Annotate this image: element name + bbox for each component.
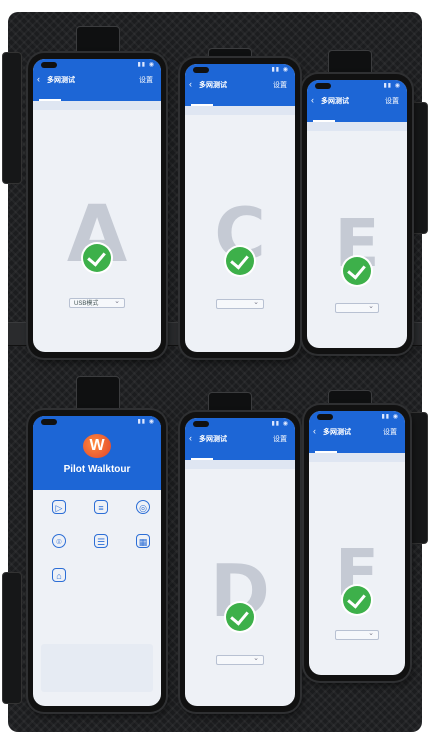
phone-walktour: ▮▮ ◉ W Pilot Walktour ▷ ≡ ◎ ⌾ ☰ ▦ ⌂ [28, 410, 166, 712]
camera-icon [41, 419, 57, 425]
phone-f-screen: ▮▮ ◉ ‹ 多网测试 设置 F [309, 411, 405, 675]
app-name: Pilot Walktour [63, 464, 131, 475]
phone-d: ▮▮ ◉ ‹ 多网测试 设置 D [180, 412, 300, 712]
app-bar: ‹ 多网测试 设置 [307, 92, 407, 110]
status-bar: ▮▮ ◉ [307, 80, 407, 92]
list-icon: ☰ [94, 534, 108, 548]
camera-icon [193, 67, 209, 73]
feature-item[interactable]: ▷ [39, 500, 79, 530]
chart-icon: ▦ [136, 534, 150, 548]
feature-item[interactable]: ⌾ [39, 534, 79, 564]
settings-button[interactable]: 设置 [139, 75, 153, 85]
column-header [185, 106, 295, 115]
phone-content: A USB模式 [33, 110, 161, 352]
status-bar: ▮▮ ◉ [185, 64, 295, 76]
phone-a-screen: ▮▮ ◉ ‹ 多网测试 设置 A USB模式 [33, 59, 161, 352]
status-icons: ▮▮ ◉ [381, 414, 399, 420]
phone-content: D [185, 469, 295, 706]
mode-select[interactable] [216, 298, 264, 309]
status-icons: ▮▮ ◉ [137, 419, 155, 425]
status-icons: ▮▮ ◉ [271, 67, 289, 73]
camera-icon [317, 414, 333, 420]
walktour-header: ▮▮ ◉ W Pilot Walktour [33, 416, 161, 490]
home-icon: ⌂ [52, 568, 66, 582]
status-bar: ▮▮ ◉ [309, 411, 405, 423]
status-bar: ▮▮ ◉ [185, 418, 295, 430]
back-arrow-icon[interactable]: ‹ [189, 433, 192, 443]
tab-bar [309, 441, 405, 453]
phone-walktour-screen: ▮▮ ◉ W Pilot Walktour ▷ ≡ ◎ ⌾ ☰ ▦ ⌂ [33, 416, 161, 706]
signal-icon: ⌾ [52, 534, 66, 548]
phone-c: ▮▮ ◉ ‹ 多网测试 设置 C [180, 58, 300, 358]
play-icon: ▷ [52, 500, 66, 514]
rack-side-rail-right-bottom [408, 412, 428, 544]
checkmark-icon [226, 603, 254, 631]
phone-a: ▮▮ ◉ ‹ 多网测试 设置 A USB模式 [28, 53, 166, 358]
mode-select[interactable]: USB模式 [69, 297, 125, 308]
checkmark-icon [83, 244, 111, 272]
column-header [307, 122, 407, 131]
camera-icon [41, 62, 57, 68]
phone-d-screen: ▮▮ ◉ ‹ 多网测试 设置 D [185, 418, 295, 706]
status-icons: ▮▮ ◉ [383, 83, 401, 89]
feature-item[interactable]: ▦ [123, 534, 161, 564]
feature-item[interactable]: ◎ [123, 500, 161, 530]
rack-side-rail-left-bottom [2, 572, 22, 704]
phone-e: ▮▮ ◉ ‹ 多网测试 设置 E [302, 74, 412, 354]
column-header [185, 460, 295, 469]
mode-select[interactable] [216, 654, 264, 665]
settings-button[interactable]: 设置 [383, 427, 397, 437]
tab-bar [307, 110, 407, 122]
document-icon: ≡ [94, 500, 108, 514]
column-header [309, 453, 405, 462]
tab-bar [185, 448, 295, 460]
app-title: 多网测试 [47, 77, 75, 84]
phone-c-screen: ▮▮ ◉ ‹ 多网测试 设置 C [185, 64, 295, 352]
settings-button[interactable]: 设置 [385, 96, 399, 106]
app-title: 多网测试 [321, 98, 349, 105]
feature-item[interactable]: ⌂ [39, 568, 79, 598]
status-icons: ▮▮ ◉ [137, 62, 155, 68]
status-bar: ▮▮ ◉ [33, 59, 161, 71]
phone-f: ▮▮ ◉ ‹ 多网测试 设置 F [304, 405, 410, 681]
device-info-panel [41, 644, 153, 692]
feature-item[interactable]: ≡ [81, 500, 121, 530]
globe-icon: ◎ [136, 500, 150, 514]
back-arrow-icon[interactable]: ‹ [189, 79, 192, 89]
settings-button[interactable]: 设置 [273, 80, 287, 90]
checkmark-icon [343, 257, 371, 285]
settings-button[interactable]: 设置 [273, 434, 287, 444]
camera-icon [315, 83, 331, 89]
back-arrow-icon[interactable]: ‹ [313, 426, 316, 436]
app-title: 多网测试 [323, 429, 351, 436]
feature-item[interactable]: ☰ [81, 534, 121, 564]
walktour-logo-icon: W [83, 434, 111, 458]
app-bar: ‹ 多网测试 设置 [33, 71, 161, 89]
phone-content: E [307, 131, 407, 348]
column-header [33, 101, 161, 110]
mode-select[interactable] [335, 629, 379, 640]
app-bar: ‹ 多网测试 设置 [185, 76, 295, 94]
tab-bar [185, 94, 295, 106]
app-title: 多网测试 [199, 82, 227, 89]
rack-side-rail-left-top [2, 52, 22, 184]
status-icons: ▮▮ ◉ [271, 421, 289, 427]
back-arrow-icon[interactable]: ‹ [37, 74, 40, 84]
app-bar: ‹ 多网测试 设置 [309, 423, 405, 441]
mode-select[interactable] [335, 302, 379, 313]
phone-content: C [185, 115, 295, 352]
tab-bar [33, 89, 161, 101]
checkmark-icon [343, 586, 371, 614]
phone-e-screen: ▮▮ ◉ ‹ 多网测试 设置 E [307, 80, 407, 348]
app-title: 多网测试 [199, 436, 227, 443]
rack-clip [76, 376, 120, 412]
back-arrow-icon[interactable]: ‹ [311, 95, 314, 105]
app-bar: ‹ 多网测试 设置 [185, 430, 295, 448]
camera-icon [193, 421, 209, 427]
status-bar: ▮▮ ◉ [33, 416, 161, 428]
phone-content: F [309, 462, 405, 675]
checkmark-icon [226, 247, 254, 275]
